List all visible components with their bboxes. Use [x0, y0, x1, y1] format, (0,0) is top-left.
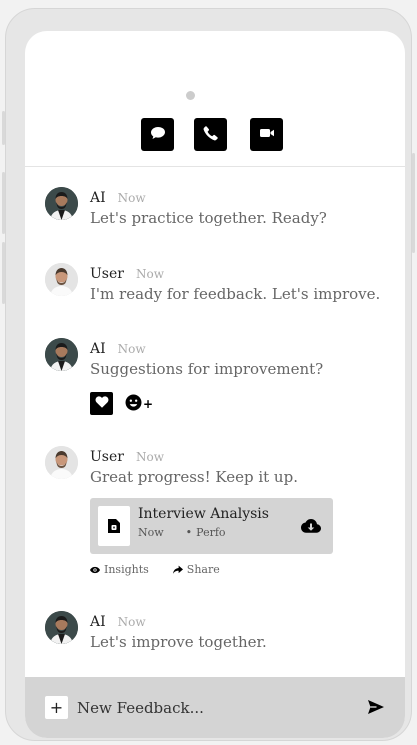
- file-time: Now: [138, 526, 164, 539]
- share-arrow-icon: [172, 565, 183, 574]
- message-text: Great progress! Keep it up.: [90, 468, 298, 486]
- insights-button[interactable]: Insights: [90, 563, 149, 576]
- download-button[interactable]: [301, 517, 321, 535]
- file-title: Interview Analysis: [138, 506, 269, 522]
- heart-reaction-button[interactable]: [90, 392, 113, 415]
- message-timestamp: Now: [135, 450, 164, 464]
- phone-side-button: [2, 111, 5, 145]
- eye-icon: [90, 566, 100, 573]
- message-meta: User Now: [90, 446, 164, 465]
- message-timestamp: Now: [117, 615, 146, 629]
- share-label: Share: [186, 563, 220, 576]
- message-timestamp: Now: [135, 267, 164, 281]
- message-text: Suggestions for improvement?: [90, 360, 324, 378]
- call-button[interactable]: [194, 118, 227, 151]
- message-meta: AI Now: [90, 187, 146, 206]
- phone-frame: AI Now Let's practice together. Ready? Us…: [2, 8, 415, 741]
- ai-avatar: [45, 611, 78, 644]
- ai-avatar: [45, 187, 78, 220]
- insights-label: Insights: [104, 563, 149, 576]
- file-tag: Perfo: [196, 526, 226, 539]
- chat-header: [25, 31, 405, 167]
- message-text: Let's practice together. Ready?: [90, 209, 327, 227]
- user-avatar: [45, 446, 78, 479]
- add-reaction-plus: +: [143, 397, 154, 411]
- video-camera-icon: [259, 125, 275, 145]
- heart-icon: [95, 394, 109, 413]
- user-avatar: [45, 263, 78, 296]
- sender-name: User: [90, 449, 124, 465]
- send-button[interactable]: [367, 698, 385, 716]
- sender-name: AI: [90, 614, 106, 630]
- message-meta: AI Now: [90, 338, 146, 357]
- file-subtitle: Now • Perfo: [138, 526, 226, 539]
- message-item: AI Now Let's improve together.: [45, 611, 385, 661]
- cloud-download-icon: [301, 519, 321, 539]
- ai-avatar: [45, 338, 78, 371]
- phone-side-button: [2, 242, 5, 304]
- message-meta: User Now: [90, 263, 164, 282]
- message-item: User Now I'm ready for feedback. Let's im…: [45, 263, 385, 313]
- message-text: I'm ready for feedback. Let's improve.: [90, 285, 381, 303]
- message-item: User Now Great progress! Keep it up. Inte…: [45, 446, 385, 586]
- phone-side-button: [2, 172, 5, 234]
- message-item: AI Now Suggestions for improvement? +: [45, 338, 385, 418]
- file-attachment-card[interactable]: Interview Analysis Now • Perfo: [90, 498, 333, 554]
- message-item: AI Now Let's practice together. Ready?: [45, 187, 385, 237]
- sender-name: AI: [90, 341, 106, 357]
- message-composer: +: [25, 677, 405, 738]
- phone-side-button: [412, 153, 415, 253]
- message-meta: AI Now: [90, 611, 146, 630]
- add-reaction-icon: [125, 394, 142, 415]
- chat-screen: AI Now Let's practice together. Ready? Us…: [25, 31, 405, 738]
- share-button[interactable]: Share: [172, 563, 220, 576]
- file-separator: •: [185, 526, 193, 539]
- sender-name: AI: [90, 190, 106, 206]
- video-call-button[interactable]: [250, 118, 283, 151]
- chat-button[interactable]: [141, 118, 174, 151]
- camera-dot: [186, 91, 195, 100]
- message-text: Let's improve together.: [90, 633, 267, 651]
- message-timestamp: Now: [117, 342, 146, 356]
- document-icon: [98, 506, 130, 546]
- add-reaction-button[interactable]: +: [125, 394, 153, 414]
- message-actions: Insights Share: [90, 563, 220, 576]
- message-timestamp: Now: [117, 191, 146, 205]
- phone-icon: [203, 125, 219, 145]
- chat-bubble-icon: [150, 125, 166, 145]
- sender-name: User: [90, 266, 124, 282]
- send-icon: [367, 700, 385, 720]
- add-attachment-button[interactable]: +: [45, 696, 68, 719]
- new-feedback-input[interactable]: [77, 696, 347, 719]
